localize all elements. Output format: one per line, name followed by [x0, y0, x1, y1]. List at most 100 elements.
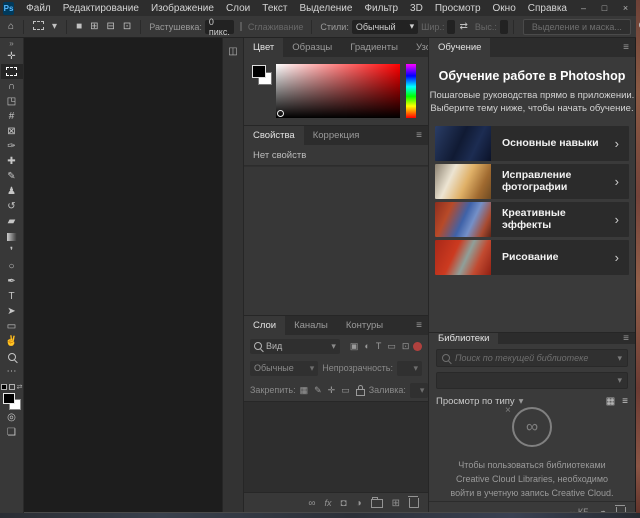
tool-history-brush[interactable]: ↺ [1, 199, 23, 214]
list-view-icon[interactable]: ≡ [622, 396, 628, 407]
lock-position-icon[interactable]: ✛ [328, 385, 336, 396]
filter-toggle-switch[interactable] [413, 342, 422, 351]
default-and-swap-colors[interactable]: ⇄ [1, 382, 23, 391]
menu-filter[interactable]: Фильтр [358, 3, 404, 14]
menu-3d[interactable]: 3D [404, 3, 429, 14]
width-input[interactable] [447, 20, 455, 34]
toolbar-collapse-icon[interactable]: » [9, 38, 13, 49]
tool-lasso[interactable]: ∩ [1, 79, 23, 94]
screen-mode-button[interactable]: ❏ [1, 425, 23, 440]
menu-window[interactable]: Окно [487, 3, 522, 14]
collapsed-panel-dock[interactable]: ◫ [222, 38, 243, 513]
adjustment-layer-icon[interactable]: ◑ [356, 498, 362, 509]
search-icon[interactable] [635, 21, 640, 32]
menu-image[interactable]: Изображение [145, 3, 220, 14]
tab-learn[interactable]: Обучение [429, 38, 490, 57]
select-and-mask-button[interactable]: Выделение и маска... [523, 19, 631, 35]
filter-adjustment-icon[interactable]: ◐ [364, 341, 369, 352]
color-field-handle[interactable] [277, 110, 284, 117]
tab-channels[interactable]: Каналы [285, 316, 337, 335]
grid-view-icon[interactable]: ▦ [606, 396, 615, 407]
learn-card-creative-effects[interactable]: Креативные эффекты › [435, 202, 629, 237]
layer-style-fx-icon[interactable]: fx [325, 498, 332, 508]
learn-card-basics[interactable]: Основные навыки › [435, 126, 629, 161]
tool-frame[interactable]: ⊠ [1, 124, 23, 139]
learn-card-photo-fix[interactable]: Исправление фотографии › [435, 164, 629, 199]
library-select[interactable]: ▾ [436, 372, 628, 389]
view-by-type-label[interactable]: Просмотр по типу [436, 396, 515, 407]
layer-filter-select[interactable]: Вид ▾ [250, 339, 340, 354]
layers-list[interactable] [244, 401, 428, 492]
tool-blur[interactable]: ❜ [1, 244, 23, 259]
menu-select[interactable]: Выделение [293, 3, 358, 14]
tool-brush[interactable]: ✎ [1, 169, 23, 184]
filter-smart-object-icon[interactable]: ⊡ [402, 341, 410, 352]
menu-help[interactable]: Справка [522, 3, 573, 14]
hue-slider[interactable] [406, 64, 416, 118]
library-search-input[interactable]: Поиск по текущей библиотеке ▾ [436, 349, 628, 367]
tab-paths[interactable]: Контуры [337, 316, 392, 335]
lock-transparency-icon[interactable]: ▦ [300, 385, 309, 396]
saturation-brightness-field[interactable] [276, 64, 400, 118]
filter-image-icon[interactable]: ▣ [350, 341, 359, 352]
styles-select[interactable]: Обычный▾ [352, 20, 418, 34]
menu-edit[interactable]: Редактирование [57, 3, 145, 14]
feather-input[interactable]: 0 пикс. [205, 20, 234, 34]
add-selection-mode-icon[interactable]: ⊞ [86, 21, 102, 32]
collapsed-panel-icon[interactable]: ◫ [228, 46, 237, 57]
tab-swatches[interactable]: Образцы [283, 38, 341, 57]
tool-crop[interactable]: # [1, 109, 23, 124]
tool-pen[interactable]: ✒ [1, 274, 23, 289]
tool-preset-chevron-icon[interactable]: ▾ [48, 21, 61, 32]
intersect-selection-mode-icon[interactable]: ⊡ [119, 21, 135, 32]
panel-menu-icon[interactable]: ≡ [623, 333, 635, 344]
new-layer-icon[interactable]: ⊞ [392, 498, 400, 509]
tab-libraries[interactable]: Библиотеки [429, 333, 498, 344]
filter-shape-icon[interactable]: ▭ [387, 341, 396, 352]
foreground-color-swatch[interactable] [3, 393, 15, 404]
tab-adjustments[interactable]: Коррекция [304, 126, 369, 145]
tool-clone-stamp[interactable]: ♟ [1, 184, 23, 199]
home-icon[interactable]: ⌂ [4, 21, 18, 32]
minimize-button[interactable]: – [573, 3, 594, 13]
menu-view[interactable]: Просмотр [429, 3, 487, 14]
lock-all-icon[interactable] [356, 389, 365, 396]
tab-layers[interactable]: Слои [244, 316, 285, 335]
tool-rectangular-marquee[interactable] [1, 64, 23, 79]
new-selection-mode-icon[interactable]: ■ [72, 21, 86, 32]
toolbar-more[interactable]: ⋯ [1, 364, 23, 379]
quick-mask-button[interactable]: ◎ [1, 410, 23, 425]
document-canvas-area[interactable] [24, 38, 222, 513]
tool-zoom[interactable] [1, 349, 23, 364]
antialias-checkbox[interactable] [240, 22, 242, 31]
add-mask-icon[interactable]: ◘ [341, 498, 347, 509]
maximize-button[interactable]: □ [594, 3, 615, 13]
tool-gradient[interactable] [1, 229, 23, 244]
delete-layer-trash-icon[interactable] [409, 498, 419, 508]
tool-hand[interactable]: ✌ [1, 334, 23, 349]
tool-type[interactable]: T [1, 289, 23, 304]
tab-gradients[interactable]: Градиенты [341, 38, 407, 57]
menu-file[interactable]: Файл [20, 3, 57, 14]
tab-properties[interactable]: Свойства [244, 126, 304, 145]
tool-eraser[interactable]: ▰ [1, 214, 23, 229]
subtract-selection-mode-icon[interactable]: ⊟ [103, 21, 119, 32]
opacity-input[interactable]: ▾ [397, 361, 422, 376]
tool-object-selection[interactable]: ◳ [1, 94, 23, 109]
tool-move[interactable]: ✛ [1, 49, 23, 64]
tab-patterns[interactable]: Узоры [407, 38, 428, 57]
menu-type[interactable]: Текст [256, 3, 293, 14]
height-input[interactable] [500, 20, 508, 34]
blend-mode-select[interactable]: Обычные ▾ [250, 361, 318, 376]
panel-menu-icon[interactable]: ≡ [416, 316, 428, 335]
foreground-background-swatches[interactable] [252, 65, 272, 85]
active-tool-icon[interactable] [29, 21, 48, 33]
link-layers-icon[interactable]: ∞ [308, 498, 315, 509]
lock-pixels-icon[interactable]: ✎ [314, 385, 322, 396]
color-swatches[interactable] [3, 393, 21, 410]
panel-menu-icon[interactable]: ≡ [623, 38, 635, 57]
fill-input[interactable]: ▾ [410, 383, 428, 398]
new-group-folder-icon[interactable] [371, 499, 383, 508]
tool-dodge[interactable]: ○ [1, 259, 23, 274]
filter-type-icon[interactable]: T [376, 341, 382, 352]
